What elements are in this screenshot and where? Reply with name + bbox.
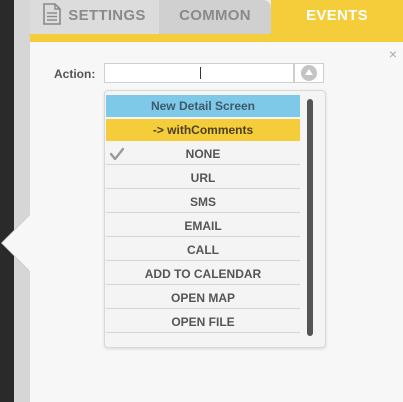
option-label: SMS [189, 195, 216, 209]
dropdown-option-sms[interactable]: SMS [106, 191, 300, 213]
tab-common-label: COMMON [179, 7, 251, 24]
option-label: OPEN FILE [171, 315, 235, 329]
close-icon[interactable]: × [389, 47, 397, 61]
option-label: NONE [185, 147, 221, 161]
dropdown-option-with-comments[interactable]: -> withComments [106, 119, 300, 141]
action-input[interactable] [104, 63, 294, 83]
option-label: EMAIL [184, 219, 222, 233]
option-label: URL [190, 171, 216, 185]
tab-settings-label: SETTINGS [68, 7, 146, 24]
option-label: -> withComments [152, 123, 254, 137]
device-edge [0, 0, 15, 402]
tab-bar: SETTINGS COMMON EVENTS [30, 0, 403, 36]
tab-events[interactable]: EVENTS [271, 0, 403, 34]
dropdown-scrollbar[interactable] [307, 99, 313, 336]
tab-events-label: EVENTS [306, 7, 368, 24]
option-label: ADD TO CALENDAR [144, 267, 262, 281]
dropdown-option-new-detail-screen[interactable]: New Detail Screen [106, 95, 300, 117]
panel-pointer-arrow [2, 215, 30, 271]
device-screen-edge [14, 0, 30, 402]
option-label: New Detail Screen [150, 99, 256, 113]
document-icon [43, 3, 62, 25]
chevron-up-icon [301, 65, 317, 81]
dropdown-option-url[interactable]: URL [106, 167, 300, 189]
dropdown-toggle-button[interactable] [294, 63, 324, 83]
text-caret [200, 67, 201, 79]
action-label: Action: [54, 67, 96, 81]
checkmark-icon [109, 146, 125, 161]
dropdown-option-none[interactable]: NONE [106, 143, 300, 165]
dropdown-option-add-to-calendar[interactable]: ADD TO CALENDAR [106, 263, 300, 285]
dropdown-option-call[interactable]: CALL [106, 239, 300, 261]
dropdown-option-open-file[interactable]: OPEN FILE [106, 311, 300, 333]
option-label: OPEN MAP [170, 291, 235, 305]
events-panel: × Action: New Detail Screen -> withComme… [30, 34, 403, 402]
dropdown-option-open-map[interactable]: OPEN MAP [106, 287, 300, 309]
action-dropdown-list: New Detail Screen -> withComments NONE U… [104, 90, 326, 348]
option-label: CALL [187, 243, 219, 257]
tab-common[interactable]: COMMON [159, 0, 271, 34]
tab-settings[interactable]: SETTINGS [30, 0, 159, 34]
dropdown-option-email[interactable]: EMAIL [106, 215, 300, 237]
